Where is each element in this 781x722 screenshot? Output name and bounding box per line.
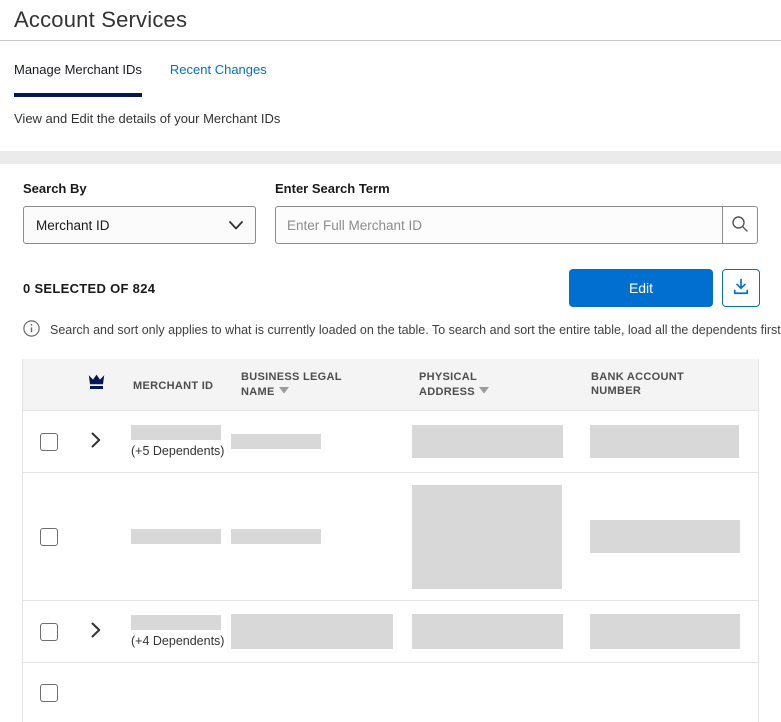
merchant-id-redacted-value	[131, 615, 221, 630]
page-subtitle: View and Edit the details of your Mercha…	[14, 111, 281, 126]
expand-row-button[interactable]	[89, 620, 103, 643]
info-circle-icon	[23, 320, 40, 340]
tab-manage-merchant-ids[interactable]: Manage Merchant IDs	[14, 62, 142, 97]
table-header-row: MERCHANT ID BUSINESS LEGAL NAME PHYSICAL…	[23, 359, 758, 410]
tab-recent-changes[interactable]: Recent Changes	[170, 62, 267, 97]
bank-account-number-redacted-value	[590, 614, 740, 649]
table-row: (+5 Dependents)	[23, 410, 758, 472]
merchant-id-redacted-value	[131, 425, 221, 440]
physical-address-redacted-value	[412, 614, 563, 649]
caret-down-icon[interactable]	[478, 384, 489, 398]
chevron-down-icon	[229, 218, 243, 233]
bank-account-number-redacted-value	[590, 520, 740, 553]
download-icon	[731, 277, 751, 300]
page-header: Account Services	[0, 0, 781, 41]
search-by-label: Search By	[23, 181, 87, 196]
merchant-table: MERCHANT ID BUSINESS LEGAL NAME PHYSICAL…	[22, 359, 759, 722]
table-body: (+5 Dependents) (+4 Dependents)	[23, 410, 758, 722]
magnifier-icon	[731, 215, 749, 236]
table-row	[23, 472, 758, 600]
business-legal-name-redacted-value	[231, 434, 321, 449]
section-divider	[0, 151, 781, 164]
tab-bar: Manage Merchant IDs Recent Changes	[14, 41, 767, 97]
selection-action-bar: 0 SELECTED OF 824 Edit	[23, 269, 760, 307]
row-checkbox[interactable]	[40, 432, 58, 451]
table-row: (+4 Dependents)	[23, 600, 758, 662]
search-controls: Search By Merchant ID Enter Search Term	[23, 181, 758, 244]
table-row	[23, 662, 758, 722]
column-header-bank-account-number[interactable]: BANK ACCOUNT NUMBER	[591, 370, 691, 398]
merchant-id-redacted-value	[131, 529, 221, 544]
table-info-note: Search and sort only applies to what is …	[23, 320, 781, 340]
chevron-right-icon	[91, 432, 101, 451]
column-header-business-legal-name[interactable]: BUSINESS LEGAL NAME	[241, 370, 347, 399]
dependents-count-label: (+5 Dependents)	[131, 444, 225, 458]
row-checkbox[interactable]	[40, 622, 58, 641]
search-term-input[interactable]	[275, 206, 723, 244]
bank-account-number-redacted-value	[590, 425, 739, 458]
search-by-selected-value: Merchant ID	[36, 217, 110, 233]
physical-address-redacted-value	[412, 425, 563, 458]
caret-down-icon[interactable]	[278, 384, 289, 398]
search-term-label: Enter Search Term	[275, 181, 390, 196]
business-legal-name-redacted-value	[231, 614, 393, 649]
chevron-right-icon	[91, 622, 101, 641]
business-legal-name-redacted-value	[231, 529, 321, 544]
page-title: Account Services	[14, 7, 188, 32]
selection-summary: 0 SELECTED OF 824	[23, 280, 156, 296]
physical-address-redacted-value	[412, 484, 562, 589]
column-header-merchant-id[interactable]: MERCHANT ID	[133, 380, 213, 392]
column-header-physical-address[interactable]: PHYSICAL ADDRESS	[419, 370, 497, 399]
dependents-count-label: (+4 Dependents)	[131, 634, 225, 648]
header-expand-column	[71, 374, 121, 396]
row-checkbox[interactable]	[40, 527, 58, 546]
edit-button[interactable]: Edit	[569, 269, 713, 307]
expand-row-button[interactable]	[89, 430, 103, 453]
info-note-text: Search and sort only applies to what is …	[50, 323, 781, 337]
download-button[interactable]	[722, 269, 760, 307]
search-by-select[interactable]: Merchant ID	[23, 206, 256, 244]
crown-icon	[87, 374, 106, 396]
search-button[interactable]	[722, 206, 758, 244]
row-checkbox[interactable]	[40, 683, 58, 702]
